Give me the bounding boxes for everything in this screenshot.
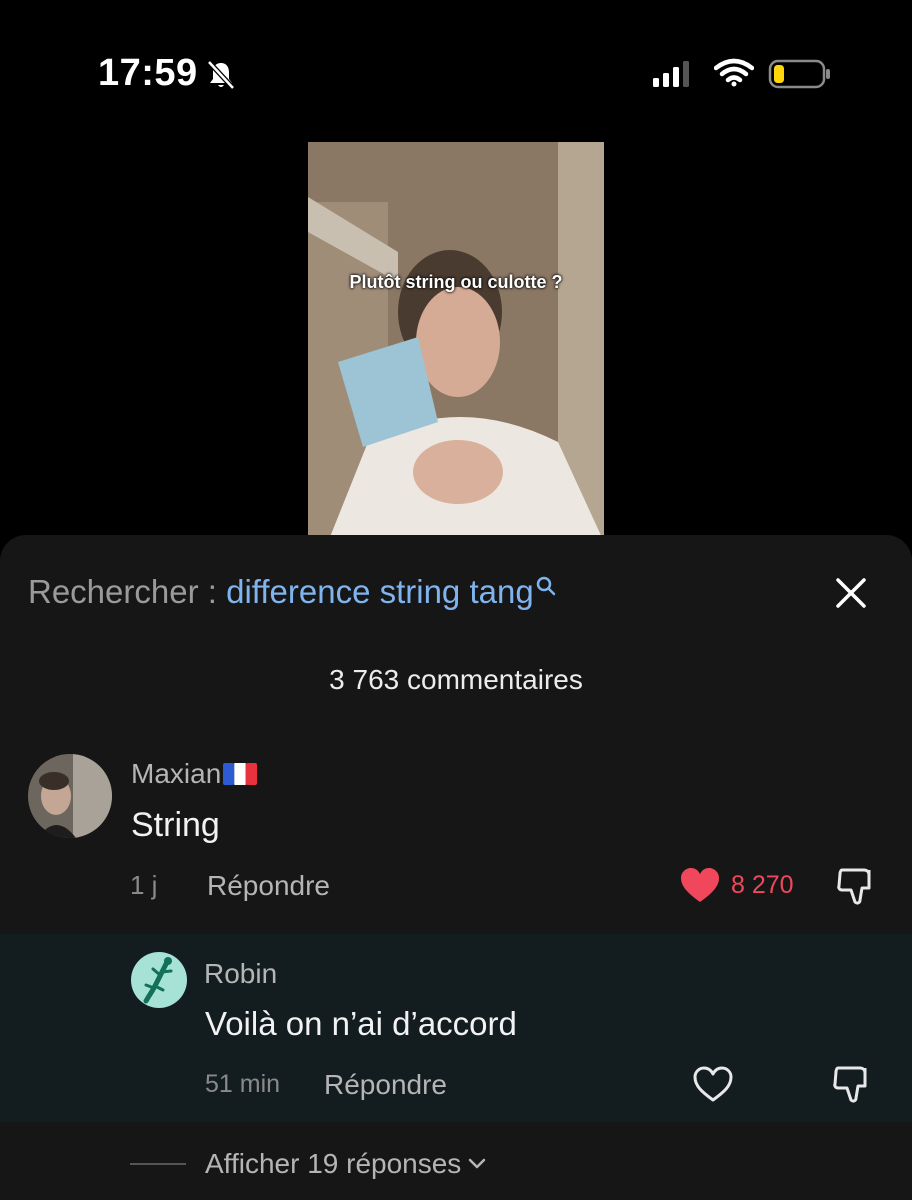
search-prefix: Rechercher : [28, 573, 227, 610]
comment-text: String [131, 806, 220, 844]
search-query-link[interactable]: difference string tang [226, 573, 534, 610]
comment-time: 1 j [130, 870, 158, 900]
comment-count: 3 763 commentaires [329, 664, 583, 695]
show-more-replies-button[interactable]: Afficher 19 réponses [205, 1148, 487, 1180]
avatar[interactable] [28, 754, 112, 838]
search-icon [536, 576, 555, 596]
comment-username[interactable]: Maxian [131, 758, 258, 790]
signal-icon [653, 61, 689, 87]
video-caption: Plutôt string ou culotte ? [349, 272, 563, 292]
battery-low-icon [768, 59, 830, 89]
avatar[interactable] [131, 952, 187, 1008]
wifi-icon [714, 58, 754, 87]
dislike-icon[interactable] [830, 1062, 874, 1106]
status-time: 17:59 [98, 52, 198, 94]
comment-username[interactable]: Robin [204, 958, 277, 990]
lizard-icon [143, 957, 173, 1004]
dislike-icon[interactable] [834, 864, 878, 908]
video-thumbnail-image [308, 142, 604, 542]
france-flag-icon [223, 763, 258, 785]
comment-text: Voilà on n’ai d’accord [205, 1005, 517, 1042]
video-player[interactable]: Plutôt string ou culotte ? [308, 142, 604, 542]
close-button[interactable] [834, 576, 868, 610]
bell-slash-icon [207, 60, 235, 90]
search-suggestion[interactable]: Rechercher : difference string tang [28, 573, 557, 611]
reply-button[interactable]: Répondre [207, 870, 330, 902]
like-count: 8 270 [731, 871, 794, 899]
comment-time: 51 min [205, 1070, 281, 1098]
heart-outline-icon[interactable] [692, 1065, 734, 1103]
chevron-down-icon [469, 1158, 486, 1169]
divider [130, 1163, 186, 1165]
reply-button[interactable]: Répondre [324, 1069, 447, 1101]
heart-filled-icon[interactable] [679, 866, 721, 904]
